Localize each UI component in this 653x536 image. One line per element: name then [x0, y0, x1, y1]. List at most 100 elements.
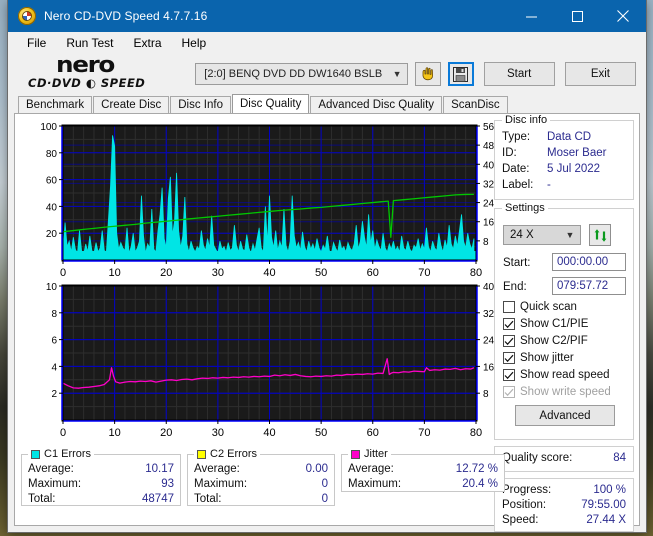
checkbox-label: Show write speed [520, 386, 611, 398]
minimize-icon[interactable] [508, 0, 554, 32]
c2-average-label: Average: [194, 463, 240, 475]
exit-button[interactable]: Exit [564, 62, 637, 86]
svg-text:32: 32 [483, 179, 495, 190]
speed-select[interactable]: 24 X ▼ [503, 225, 581, 245]
svg-text:8: 8 [51, 309, 57, 320]
menu-help[interactable]: Help [173, 34, 216, 52]
tab-disc-quality[interactable]: Disc Quality [232, 94, 310, 113]
jitter-header: Jitter [348, 448, 391, 460]
svg-text:70: 70 [418, 267, 430, 278]
svg-text:2: 2 [51, 389, 57, 400]
menu-bar: File Run Test Extra Help [8, 32, 646, 54]
svg-text:20: 20 [46, 229, 58, 240]
svg-text:70: 70 [418, 427, 430, 439]
logo-wordmark: nero [56, 53, 115, 78]
chevron-down-icon: ▼ [565, 230, 575, 240]
drive-select[interactable]: [2:0] BENQ DVD DD DW1640 BSLB ▼ [195, 63, 409, 85]
position-label: Position: [502, 499, 547, 511]
svg-text:4: 4 [51, 362, 57, 373]
jitter-average-label: Average: [348, 463, 394, 475]
tab-disc-info[interactable]: Disc Info [170, 96, 231, 113]
svg-text:20: 20 [160, 267, 172, 278]
svg-text:30: 30 [212, 267, 224, 278]
disc-label-label: Label: [502, 179, 534, 191]
refresh-icon[interactable] [589, 224, 611, 246]
svg-text:10: 10 [109, 427, 121, 439]
svg-text:0: 0 [60, 427, 66, 439]
checkbox-label: Show C1/PIE [520, 318, 589, 330]
c1-color-swatch [31, 449, 40, 459]
disc-id-label: ID: [502, 147, 517, 159]
disc-info-title: Disc info [502, 114, 551, 126]
close-icon[interactable] [600, 0, 646, 32]
c1-errors-header: C1 Errors [28, 448, 95, 460]
c2-maximum-value: 0 [321, 478, 328, 490]
tab-create-disc[interactable]: Create Disc [93, 96, 170, 113]
disc-type-label: Type: [502, 131, 531, 143]
c1-average-value: 10.17 [145, 463, 174, 475]
svg-text:50: 50 [315, 427, 327, 439]
disc-quality-panel: 20 40 60 80 100 8 16 24 32 40 48 56 0 10 20 30 40 50 60 70 8… [14, 113, 640, 532]
window-title: Nero CD-DVD Speed 4.7.7.16 [44, 9, 208, 23]
tab-advanced-disc-quality[interactable]: Advanced Disc Quality [310, 96, 443, 113]
svg-text:10: 10 [109, 267, 121, 278]
logo-subtitle: CD·DVD ◐ SPEED [28, 76, 146, 90]
disc-date-label: Date: [502, 163, 530, 175]
end-position-input[interactable]: 079:57.72 [552, 277, 626, 295]
svg-text:30: 30 [212, 427, 224, 439]
c2-color-swatch [197, 449, 206, 459]
disc-id-value: Moser Baer [547, 147, 607, 159]
speed-value: 27.44 X [586, 514, 626, 526]
checkbox-show-read-speed[interactable]: Show read speed [503, 369, 610, 381]
advanced-button[interactable]: Advanced [515, 405, 615, 426]
toolbar: nero CD·DVD ◐ SPEED [2:0] BENQ DVD DD DW… [8, 53, 646, 94]
tab-scandisc[interactable]: ScanDisc [443, 96, 508, 113]
c1-total-label: Total: [28, 493, 56, 505]
c1-average-label: Average: [28, 463, 74, 475]
checkbox-box [503, 352, 515, 364]
svg-text:56: 56 [483, 122, 495, 133]
end-position-label: End: [503, 281, 527, 293]
c1-maximum-label: Maximum: [28, 478, 82, 490]
svg-text:0: 0 [60, 267, 66, 278]
app-window: Nero CD-DVD Speed 4.7.7.16 File Run Test… [8, 0, 646, 532]
checkbox-show-jitter[interactable]: Show jitter [503, 352, 574, 364]
maximize-icon[interactable] [554, 0, 600, 32]
c2-errors-header: C2 Errors [194, 448, 261, 460]
svg-text:6: 6 [51, 336, 57, 347]
speed-label: Speed: [502, 514, 539, 526]
eject-hand-icon[interactable] [415, 62, 441, 86]
disc-info-group: Disc info Type: Data CD ID: Moser Baer D… [494, 114, 634, 200]
jitter-average-value: 12.72 % [455, 463, 498, 475]
c2-average-value: 0.00 [305, 463, 328, 475]
c1-errors-title: C1 Errors [44, 448, 92, 460]
window-controls [508, 0, 646, 32]
start-position-label: Start: [503, 257, 531, 269]
c1-maximum-value: 93 [161, 478, 174, 490]
checkbox-label: Show jitter [520, 352, 574, 364]
drive-select-value: [2:0] BENQ DVD DD DW1640 BSLB [204, 68, 383, 80]
nero-disc-icon [18, 7, 36, 25]
svg-text:50: 50 [315, 267, 327, 278]
c2-maximum-label: Maximum: [194, 478, 248, 490]
svg-text:20: 20 [160, 427, 172, 439]
save-floppy-icon[interactable] [447, 62, 474, 86]
start-position-input[interactable]: 000:00.00 [552, 253, 626, 271]
checkbox-label: Show C2/PIF [520, 335, 588, 347]
position-value: 79:55.00 [581, 499, 626, 511]
checkbox-quick-scan[interactable]: Quick scan [503, 301, 577, 313]
menu-file[interactable]: File [18, 34, 55, 52]
start-button[interactable]: Start [483, 62, 555, 86]
progress-group: Progress: 100 % Position: 79:55.00 Speed… [494, 478, 634, 532]
settings-title: Settings [502, 202, 548, 214]
c1-total-value: 48747 [142, 493, 174, 505]
checkbox-show-c2-pif[interactable]: Show C2/PIF [503, 335, 588, 347]
svg-text:40: 40 [46, 202, 58, 213]
tab-benchmark[interactable]: Benchmark [18, 96, 93, 113]
checkbox-box [503, 318, 515, 330]
checkbox-show-c1-pie[interactable]: Show C1/PIE [503, 318, 588, 330]
menu-extra[interactable]: Extra [124, 34, 170, 52]
menu-run-test[interactable]: Run Test [57, 34, 122, 52]
progress-value: 100 % [593, 484, 626, 496]
progress-label: Progress: [502, 484, 552, 496]
